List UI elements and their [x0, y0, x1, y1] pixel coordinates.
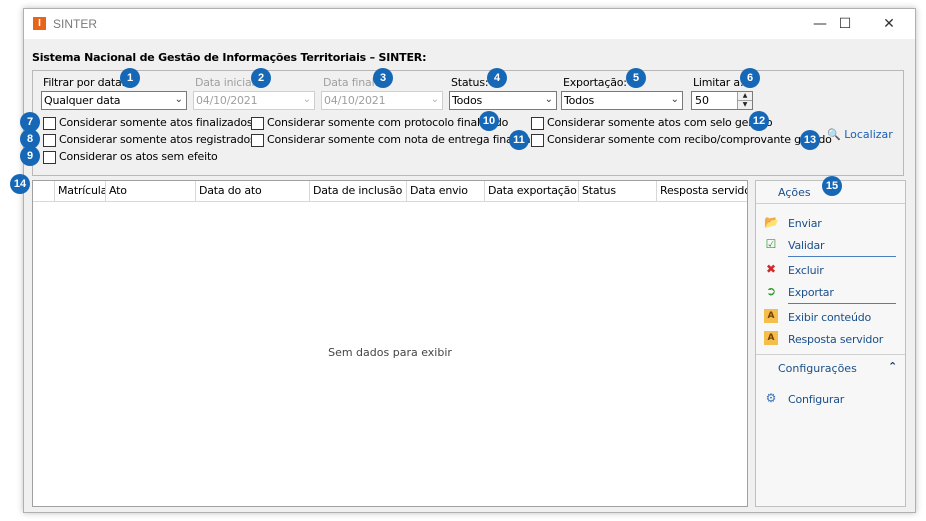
limit-label: Limitar a: [693, 76, 744, 89]
callout-badge: 2 [251, 68, 271, 88]
column-header[interactable]: Data envio [407, 181, 485, 201]
action-separator [788, 256, 896, 257]
magnifier-icon: 🔍 [827, 128, 841, 141]
action-validate[interactable]: Validar [788, 239, 825, 252]
action-view-content[interactable]: Exibir conteúdo [788, 311, 871, 324]
callout-badge: 6 [740, 68, 760, 88]
checkbox-label: Considerar somente atos finalizados [59, 116, 253, 129]
date-filter-label: Filtrar por data: [43, 76, 126, 89]
callout-badge: 14 [10, 174, 30, 194]
column-header[interactable]: Status [579, 181, 657, 201]
action-separator [788, 303, 896, 304]
callout-badge: 10 [479, 111, 499, 131]
stepper-buttons: ▲ ▼ [737, 92, 752, 109]
app-logo-icon: I [33, 17, 46, 30]
checkbox-seal-generated[interactable] [531, 117, 544, 130]
checkbox-protocol-finalized[interactable] [251, 117, 264, 130]
export-value: Todos [564, 94, 595, 107]
callout-badge: 5 [626, 68, 646, 88]
acts-grid[interactable]: Matrícula Ato Data do ato Data de inclus… [32, 180, 748, 507]
end-date-label: Data final: [323, 76, 378, 89]
limit-stepper[interactable]: 50 ▲ ▼ [691, 91, 753, 110]
panel-divider [756, 203, 905, 204]
callout-badge: 4 [487, 68, 507, 88]
checkbox-void-acts[interactable] [43, 151, 56, 164]
gears-icon: ⚙ [765, 391, 777, 405]
start-date-value: 04/10/2021 [196, 94, 258, 107]
action-send[interactable]: Enviar [788, 217, 822, 230]
start-date-picker[interactable]: 04/10/2021 ⌄ [193, 91, 315, 110]
limit-value: 50 [695, 94, 709, 107]
column-header[interactable]: Data de inclusão na [310, 181, 407, 201]
status-value: Todos [452, 94, 483, 107]
stepper-down-icon[interactable]: ▼ [738, 101, 752, 109]
chevron-down-icon: ⌄ [174, 94, 183, 105]
callout-badge: 13 [800, 130, 820, 150]
callout-badge: 15 [822, 176, 842, 196]
end-date-picker[interactable]: 04/10/2021 ⌄ [321, 91, 443, 110]
actions-panel: Ações 📂 Enviar ☑ Validar ✖ Excluir ➲ Exp… [755, 180, 906, 507]
folder-send-icon: 📂 [764, 215, 779, 229]
search-link-label: Localizar [844, 128, 893, 141]
check-icon: ☑ [765, 237, 777, 251]
status-select[interactable]: Todos ⌄ [449, 91, 557, 110]
callout-badge: 11 [509, 130, 529, 150]
checkbox-finalized-acts[interactable] [43, 117, 56, 130]
filter-group: Filtrar por data: Qualquer data ⌄ Data i… [32, 70, 904, 176]
system-title: Sistema Nacional de Gestão de Informaçõe… [32, 51, 427, 64]
sinter-window: I SINTER — ☐ ✕ Sistema Nacional de Gestã… [23, 8, 916, 513]
checkbox-delivery-note-finalized[interactable] [251, 134, 264, 147]
status-label: Status: [451, 76, 489, 89]
column-header[interactable]: Data exportação [485, 181, 579, 201]
date-filter-select[interactable]: Qualquer data ⌄ [41, 91, 187, 110]
start-date-label: Data inicial: [195, 76, 258, 89]
export-arrow-icon: ➲ [765, 284, 777, 298]
checkbox-label: Considerar somente atos com selo gerado [547, 116, 773, 129]
maximize-button[interactable]: ☐ [830, 13, 860, 35]
search-link[interactable]: 🔍 Localizar [827, 128, 893, 141]
grid-empty-message: Sem dados para exibir [328, 346, 452, 359]
end-date-value: 04/10/2021 [324, 94, 386, 107]
title-bar: I SINTER — ☐ ✕ [24, 9, 915, 39]
action-export[interactable]: Exportar [788, 286, 834, 299]
close-button[interactable]: ✕ [874, 13, 904, 35]
config-panel-title[interactable]: Configurações [778, 362, 857, 375]
panel-divider [756, 354, 905, 355]
action-server-response[interactable]: Resposta servidor [788, 333, 883, 346]
checkbox-label: Considerar somente com recibo/comprovant… [547, 133, 832, 146]
column-header[interactable]: Data do ato [196, 181, 310, 201]
column-header[interactable]: Ato [106, 181, 196, 201]
actions-panel-title[interactable]: Ações [778, 186, 811, 199]
window-title: SINTER [53, 17, 98, 31]
callout-badge: 9 [20, 146, 40, 166]
column-header[interactable]: Resposta servidor [657, 181, 747, 201]
grid-header: Matrícula Ato Data do ato Data de inclus… [33, 181, 747, 202]
checkbox-registered-acts[interactable] [43, 134, 56, 147]
document-a-icon: A [764, 331, 778, 345]
checkbox-label: Considerar somente atos registrados [59, 133, 256, 146]
checkbox-label: Considerar os atos sem efeito [59, 150, 218, 163]
grid-indicator-column [33, 181, 55, 201]
action-delete[interactable]: Excluir [788, 264, 824, 277]
export-label: Exportação: [563, 76, 627, 89]
delete-x-icon: ✖ [765, 262, 777, 276]
column-header[interactable]: Matrícula [55, 181, 106, 201]
checkbox-receipt-generated[interactable] [531, 134, 544, 147]
client-area: Sistema Nacional de Gestão de Informaçõe… [24, 39, 915, 512]
chevron-up-icon[interactable]: ⌃ [888, 360, 897, 373]
callout-badge: 1 [120, 68, 140, 88]
export-select[interactable]: Todos ⌄ [561, 91, 683, 110]
callout-badge: 12 [749, 111, 769, 131]
chevron-down-icon: ⌄ [430, 94, 439, 105]
document-a-icon: A [764, 309, 778, 323]
chevron-down-icon: ⌄ [670, 94, 679, 105]
checkbox-label: Considerar somente com nota de entrega f… [267, 133, 544, 146]
stepper-up-icon[interactable]: ▲ [738, 92, 752, 101]
chevron-down-icon: ⌄ [544, 94, 553, 105]
config-configure[interactable]: Configurar [788, 393, 844, 406]
checkbox-label: Considerar somente com protocolo finaliz… [267, 116, 509, 129]
callout-badge: 3 [373, 68, 393, 88]
chevron-down-icon: ⌄ [302, 94, 311, 105]
date-filter-value: Qualquer data [44, 94, 121, 107]
